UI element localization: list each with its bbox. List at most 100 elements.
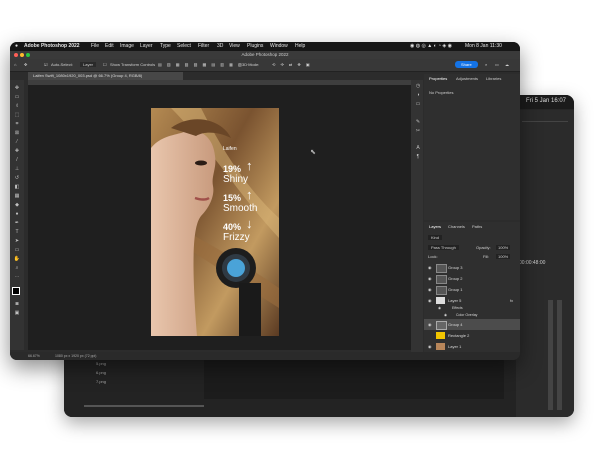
back-panel-header <box>522 116 568 122</box>
workspace-icon[interactable]: ▭ <box>495 62 499 67</box>
artwork-image[interactable]: Laifen 19% ↑ Shiny 15% ↑ Smooth 40% ↓ Fr… <box>151 108 279 336</box>
eye-icon[interactable]: ◉ <box>428 273 432 284</box>
eye-icon[interactable]: ◉ <box>428 319 432 330</box>
adjust-icon[interactable]: ◑ <box>414 93 422 98</box>
menu-layer[interactable]: Layer <box>140 43 153 49</box>
layers-panel: Layers Channels Paths Kind Pass Through … <box>424 222 520 352</box>
eraser-tool-icon[interactable]: ◧ <box>13 185 21 190</box>
eyedropper-icon[interactable]: ⁄ <box>13 140 21 145</box>
brush-tool-icon[interactable]: / <box>13 158 21 163</box>
frame-tool-icon[interactable]: ⊠ <box>13 131 21 136</box>
path-select-icon[interactable]: ➤ <box>13 239 21 244</box>
auto-select-dropdown[interactable]: Layer <box>80 62 97 67</box>
layer-row[interactable]: Rectangle 2 <box>424 330 520 341</box>
auto-select-checkbox[interactable]: ☑ <box>44 62 48 67</box>
document-tab[interactable]: Laifen Swift_1080x1920_003.psd @ 66.7% (… <box>28 72 183 80</box>
menu-file[interactable]: File <box>91 43 99 49</box>
history-icon[interactable]: ◷ <box>414 84 422 89</box>
minimize-window-button[interactable] <box>20 53 24 57</box>
zoom-slider[interactable] <box>84 405 204 407</box>
align-icons[interactable]: ▤ ▥ ▦ ▧ ▨ ▩ ▤ ▥ ▦ ▧ ⋯ <box>158 62 253 67</box>
list-item[interactable]: 6.png <box>96 370 106 375</box>
eye-icon[interactable]: ◉ <box>428 341 432 352</box>
brush-settings-icon[interactable]: ✎ <box>414 120 422 125</box>
character-icon[interactable]: A <box>414 146 422 151</box>
more-tools-icon[interactable]: ⋯ <box>13 275 21 280</box>
move-tool-icon[interactable]: ✥ <box>24 62 27 67</box>
layer-row[interactable]: ◉ Layer 1 <box>424 341 520 352</box>
stamp-tool-icon[interactable]: ⊥ <box>13 167 21 172</box>
object-select-icon[interactable]: ⬚ <box>13 113 21 118</box>
menu-3d[interactable]: 3D <box>217 43 223 49</box>
zoom-window-button[interactable] <box>26 53 30 57</box>
menu-app-name[interactable]: Adobe Photoshop 2022 <box>24 43 80 49</box>
paragraph-icon[interactable]: ¶ <box>414 155 422 160</box>
zoom-tool-icon[interactable]: ⌕ <box>13 266 21 271</box>
panel-dock-icons: ◷ ◑ ▭ ✎ ✂ A ¶ <box>411 80 423 352</box>
tab-adjustments[interactable]: Adjustments <box>456 76 478 81</box>
history-brush-icon[interactable]: ↺ <box>13 176 21 181</box>
menu-plugins[interactable]: Plugins <box>247 43 263 49</box>
search-icon[interactable]: ⌕ <box>485 62 487 67</box>
stat-label: Smooth <box>223 203 258 214</box>
3d-mode-label: 3D Mode: <box>242 62 260 67</box>
layer-effects-row[interactable]: ◉ Color Overlay <box>424 311 520 319</box>
hand-tool-icon[interactable]: ✋ <box>13 257 21 262</box>
share-button[interactable]: Share <box>455 61 478 68</box>
shape-tool-icon[interactable]: ▭ <box>13 248 21 253</box>
layer-row-selected[interactable]: ◉ Group 4 <box>424 319 520 330</box>
menu-type[interactable]: Type <box>160 43 171 49</box>
blur-tool-icon[interactable]: ◆ <box>13 203 21 208</box>
quick-mask-icon[interactable]: ◙ <box>13 302 21 307</box>
list-item[interactable]: 5.png <box>96 361 106 366</box>
rectangle-thumbnail <box>436 332 445 339</box>
zoom-readout[interactable]: 66.67% <box>28 354 40 358</box>
layer-row[interactable]: ◉ Group 2 <box>424 273 520 284</box>
tab-channels[interactable]: Channels <box>448 224 465 229</box>
layer-filter-dropdown[interactable]: Kind <box>428 235 443 240</box>
lasso-tool-icon[interactable]: ℓ <box>13 104 21 109</box>
list-item[interactable]: 7.png <box>96 379 106 384</box>
menu-window[interactable]: Window <box>270 43 288 49</box>
eye-icon[interactable]: ◉ <box>428 262 432 273</box>
opacity-input[interactable]: 100% <box>496 245 511 250</box>
show-transform-checkbox[interactable]: ☐ <box>103 62 107 67</box>
tab-layers[interactable]: Layers <box>429 224 441 229</box>
layer-row[interactable]: ◉ Group 3 <box>424 262 520 273</box>
clone-source-icon[interactable]: ✂ <box>414 129 422 134</box>
close-window-button[interactable] <box>14 53 18 57</box>
eye-icon[interactable]: ◉ <box>428 284 432 295</box>
tab-paths[interactable]: Paths <box>472 224 482 229</box>
home-icon[interactable]: ⌂ <box>14 62 16 67</box>
fill-input[interactable]: 100% <box>496 254 511 259</box>
gradient-tool-icon[interactable]: ▦ <box>13 194 21 199</box>
audio-meter <box>548 300 553 410</box>
cloud-icon[interactable]: ☁ <box>505 62 509 67</box>
crop-tool-icon[interactable]: ⌗ <box>13 122 21 127</box>
timeline-tracks[interactable] <box>204 359 504 399</box>
menu-image[interactable]: Image <box>120 43 134 49</box>
foreground-color-swatch[interactable] <box>12 287 20 295</box>
document-info[interactable]: 1080 px x 1920 px (72 ppi) <box>55 354 96 358</box>
blend-mode-dropdown[interactable]: Pass Through <box>428 245 459 250</box>
healing-brush-icon[interactable]: ✚ <box>13 149 21 154</box>
3d-mode-icons[interactable]: ⟲ ✣ ⇄ ✥ ▣ <box>272 62 312 67</box>
type-tool-icon[interactable]: T <box>13 230 21 235</box>
screen-mode-icon[interactable]: ▣ <box>13 311 21 316</box>
pen-tool-icon[interactable]: ✒ <box>13 221 21 226</box>
apple-icon[interactable]: ● <box>15 43 18 49</box>
menu-select[interactable]: Select <box>177 43 191 49</box>
dodge-tool-icon[interactable]: ● <box>13 212 21 217</box>
cursor-icon: ⬉ <box>310 149 316 156</box>
tab-libraries[interactable]: Libraries <box>486 76 501 81</box>
menu-help[interactable]: Help <box>295 43 305 49</box>
comment-icon[interactable]: ▭ <box>414 102 422 107</box>
fill-label: Fill: <box>483 254 490 259</box>
move-tool-icon[interactable]: ✥ <box>13 86 21 91</box>
tab-properties[interactable]: Properties <box>429 76 447 81</box>
menu-view[interactable]: View <box>229 43 240 49</box>
marquee-tool-icon[interactable]: ▭ <box>13 95 21 100</box>
menu-filter[interactable]: Filter <box>198 43 209 49</box>
menu-edit[interactable]: Edit <box>105 43 114 49</box>
layer-row[interactable]: ◉ Group 1 <box>424 284 520 295</box>
